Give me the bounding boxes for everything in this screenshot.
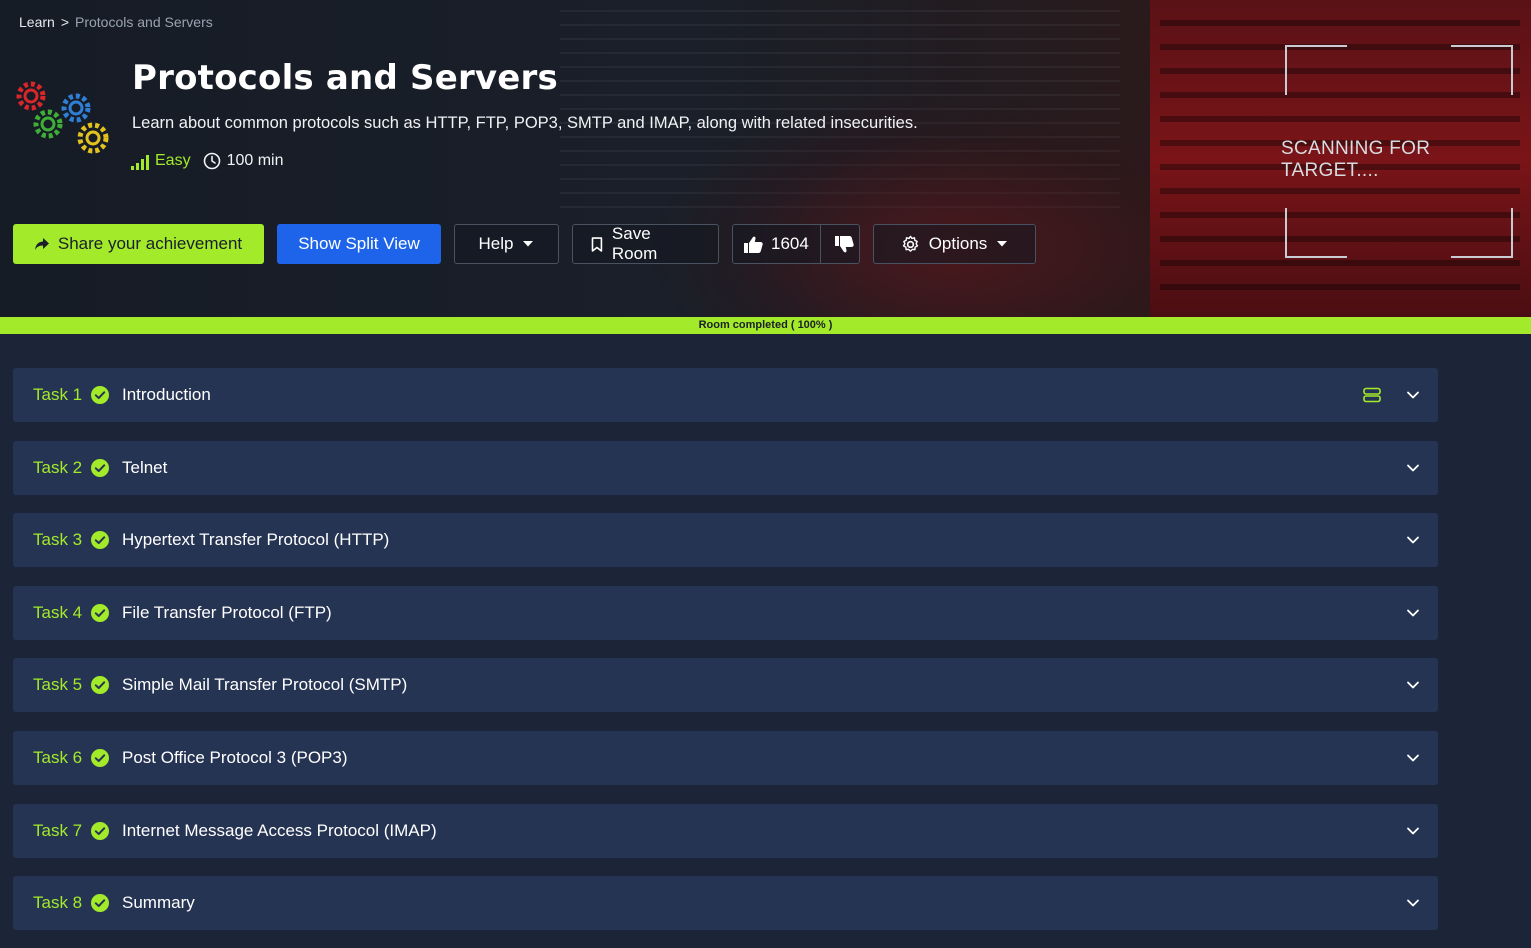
signal-icon <box>131 154 149 170</box>
duration-label: 100 min <box>226 152 284 169</box>
vote-group: 1604 <box>732 224 860 264</box>
split-view-label: Show Split View <box>298 234 420 253</box>
task-title: Simple Mail Transfer Protocol (SMTP) <box>122 675 408 695</box>
task-number: Task 4 <box>33 602 83 622</box>
gear-icon <box>902 235 918 252</box>
task-row[interactable]: Task 8 Summary <box>13 876 1438 931</box>
caret-down-icon <box>997 241 1008 247</box>
check-circle-icon <box>91 531 109 550</box>
chevron-down-icon[interactable] <box>1406 678 1420 692</box>
task-number: Task 2 <box>33 457 83 477</box>
caret-down-icon <box>523 241 534 247</box>
options-label: Options <box>928 234 988 253</box>
save-room-button[interactable]: Save Room <box>572 224 719 264</box>
breadcrumb-separator: > <box>60 14 69 30</box>
task-number: Task 8 <box>33 893 83 913</box>
chevron-down-icon[interactable] <box>1406 388 1420 402</box>
task-number: Task 5 <box>33 675 83 695</box>
task-row[interactable]: Task 2 Telnet <box>13 440 1438 495</box>
task-list: Task 1 Introduction Task 2 Telnet Task 3 Hype… <box>13 368 1438 948</box>
check-circle-icon <box>91 458 109 477</box>
room-header: Learn > Protocols and Servers Protocols … <box>0 0 1531 317</box>
share-achievement-button[interactable]: Share your achievement <box>13 224 264 264</box>
split-view-button[interactable]: Show Split View <box>277 224 441 264</box>
task-title: Telnet <box>122 457 168 477</box>
chevron-down-icon[interactable] <box>1406 751 1420 765</box>
chevron-down-icon[interactable] <box>1406 824 1420 838</box>
task-row[interactable]: Task 1 Introduction <box>13 368 1438 422</box>
scan-corner <box>1285 45 1347 95</box>
task-row[interactable]: Task 6 Post Office Protocol 3 (POP3) <box>13 730 1438 785</box>
chevron-down-icon[interactable] <box>1406 533 1420 547</box>
task-number: Task 7 <box>33 820 83 840</box>
breadcrumb-current: Protocols and Servers <box>75 14 213 30</box>
like-button[interactable]: 1604 <box>733 225 821 263</box>
room-description: Learn about common protocols such as HTT… <box>132 114 918 132</box>
breadcrumb-learn-link[interactable]: Learn <box>19 14 55 30</box>
task-row[interactable]: Task 4 File Transfer Protocol (FTP) <box>13 585 1438 640</box>
dislike-button[interactable] <box>830 225 859 263</box>
check-circle-icon <box>91 603 109 622</box>
thumbs-down-icon <box>834 235 854 252</box>
task-title: Internet Message Access Protocol (IMAP) <box>122 820 437 840</box>
help-label: Help <box>478 234 514 253</box>
difficulty: Easy <box>131 152 191 170</box>
progress-label: Room completed ( 100% ) <box>698 319 833 331</box>
help-dropdown-button[interactable]: Help <box>454 224 559 264</box>
chevron-down-icon[interactable] <box>1406 896 1420 910</box>
difficulty-label: Easy <box>155 152 191 169</box>
task-row[interactable]: Task 7 Internet Message Access Protocol (… <box>13 803 1438 858</box>
task-row[interactable]: Task 5 Simple Mail Transfer Protocol (SMT… <box>13 658 1438 713</box>
scan-corner <box>1451 208 1513 258</box>
share-achievement-label: Share your achievement <box>57 234 243 253</box>
gears-logo <box>16 81 109 154</box>
check-circle-icon <box>91 821 109 840</box>
task-number: Task 3 <box>33 530 83 550</box>
task-title: Hypertext Transfer Protocol (HTTP) <box>122 530 390 550</box>
task-number: Task 1 <box>33 385 83 404</box>
task-row[interactable]: Task 3 Hypertext Transfer Protocol (HTTP) <box>13 513 1438 568</box>
clock-icon <box>203 152 220 170</box>
scan-corner <box>1451 45 1513 95</box>
duration: 100 min <box>203 152 284 170</box>
room-progress-bar: Room completed ( 100% ) <box>0 317 1531 334</box>
check-circle-icon <box>91 748 109 767</box>
options-dropdown-button[interactable]: Options <box>873 224 1036 264</box>
room-meta: Easy 100 min <box>131 152 284 170</box>
task-title: Post Office Protocol 3 (POP3) <box>122 747 348 767</box>
task-title: Introduction <box>122 385 211 404</box>
room-actions: Share your achievement Show Split View H… <box>13 224 1036 264</box>
bookmark-icon <box>591 236 603 252</box>
task-number: Task 6 <box>33 747 83 767</box>
like-count: 1604 <box>771 234 809 253</box>
scan-corner <box>1285 208 1347 258</box>
check-circle-icon <box>91 894 109 913</box>
chevron-down-icon[interactable] <box>1406 461 1420 475</box>
share-icon <box>34 237 49 250</box>
check-circle-icon <box>91 386 109 404</box>
check-circle-icon <box>91 676 109 695</box>
page-title: Protocols and Servers <box>132 58 558 98</box>
server-icon[interactable] <box>1363 386 1381 404</box>
breadcrumb: Learn > Protocols and Servers <box>19 14 213 30</box>
task-title: Summary <box>122 893 195 913</box>
thumbs-up-icon <box>744 236 763 253</box>
chevron-down-icon[interactable] <box>1406 606 1420 620</box>
scan-text: SCANNING FOR TARGET.... <box>1281 138 1431 181</box>
task-title: File Transfer Protocol (FTP) <box>122 602 332 622</box>
save-room-label: Save Room <box>611 224 658 263</box>
